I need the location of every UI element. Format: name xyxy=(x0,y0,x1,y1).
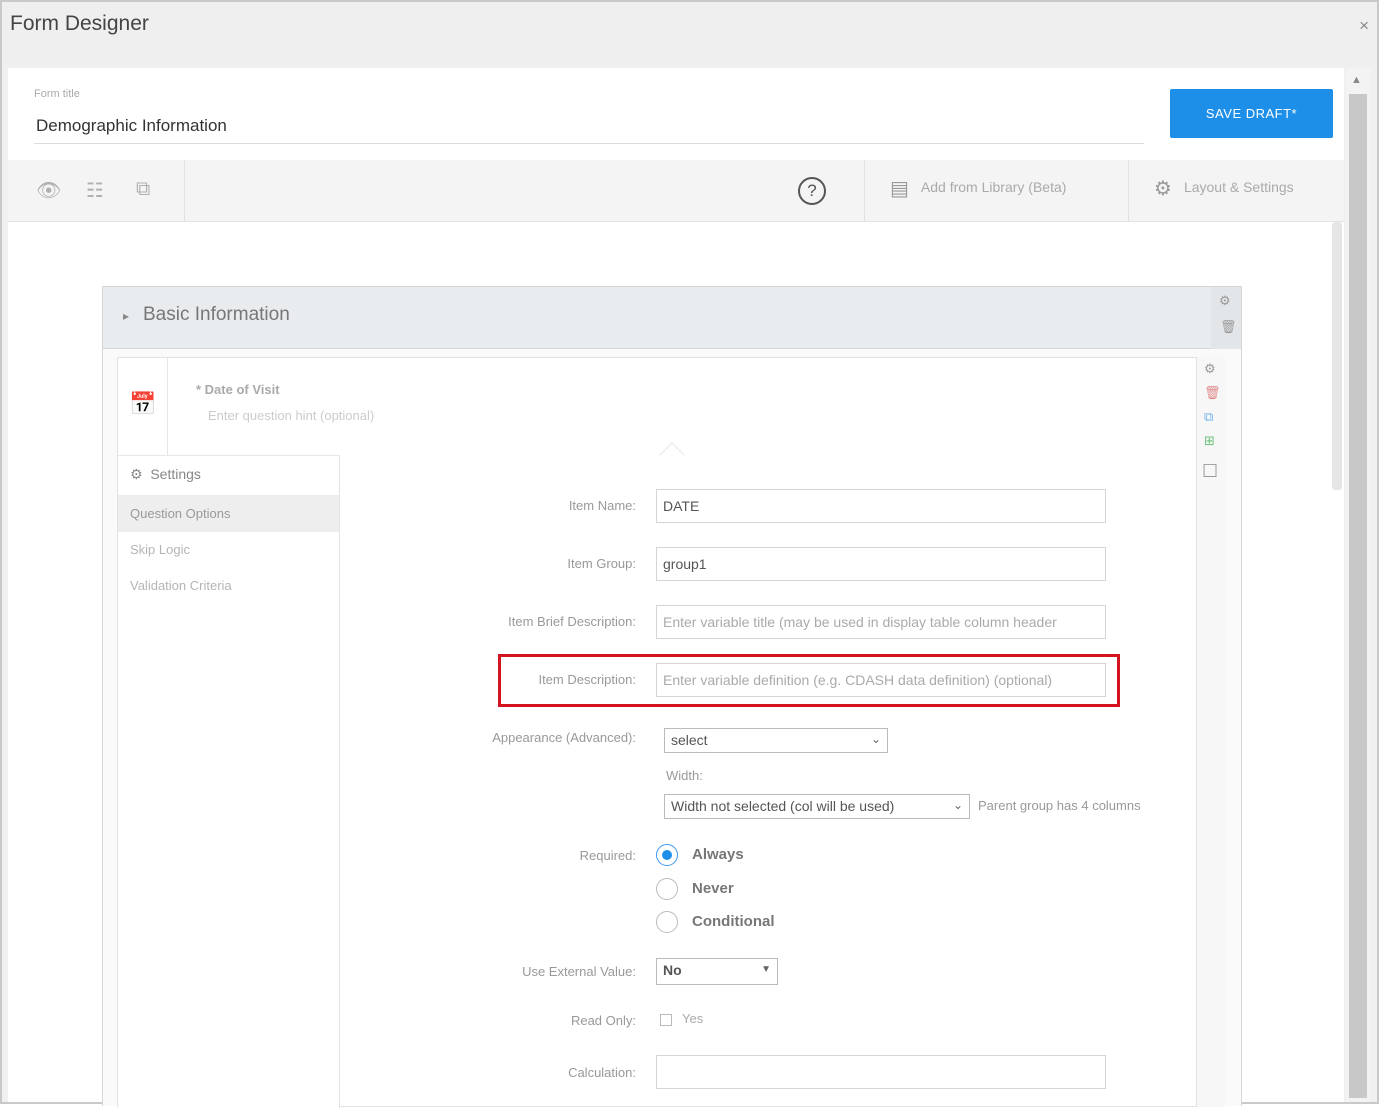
toolbar-divider xyxy=(184,160,185,222)
item-actions: ⚙ 🗑 ⧉ ⊞ ☐ xyxy=(1197,357,1225,1107)
question-type-cell: 📅 xyxy=(118,358,168,455)
section-header[interactable]: ▸ Basic Information xyxy=(103,287,1211,349)
read-only-label: Read Only: xyxy=(570,1013,636,1028)
section-delete-icon[interactable]: 🗑 xyxy=(1220,319,1237,335)
form-header: Form title SAVE DRAFT* xyxy=(8,68,1344,160)
radio-selected[interactable] xyxy=(656,844,678,866)
title-bar: Form Designer × xyxy=(2,2,1377,66)
nav-skip-logic[interactable]: Skip Logic xyxy=(118,532,339,568)
width-select[interactable]: Width not selected (col will be used) ⌄ xyxy=(664,794,970,819)
required-option-never[interactable]: Never xyxy=(656,878,734,900)
item-settings-icon[interactable]: ⚙ xyxy=(1204,361,1216,377)
settings-heading: ⚙ Settings xyxy=(118,456,339,496)
item-delete-icon[interactable]: 🗑 xyxy=(1204,385,1221,401)
use-external-value-select-value: No xyxy=(663,962,682,978)
width-select-value: Width not selected (col will be used) xyxy=(671,798,895,814)
item-name-label: Item Name: xyxy=(568,498,636,513)
layout-settings-label: Layout & Settings xyxy=(1183,179,1294,196)
read-only-checkbox[interactable] xyxy=(660,1013,672,1026)
window-title: Form Designer xyxy=(10,12,149,35)
canvas-scrollbar[interactable] xyxy=(1332,222,1342,490)
read-only-option[interactable]: Yes xyxy=(660,1011,703,1026)
section-settings-icon[interactable]: ⚙ xyxy=(1219,293,1231,309)
section-title: Basic Information xyxy=(143,304,290,325)
item-brief-description-input[interactable] xyxy=(656,605,1106,639)
question-item: 📅 * Date of Visit Enter question hint (o… xyxy=(117,357,1197,1108)
library-icon: ▤ xyxy=(890,178,909,200)
width-label: Width: xyxy=(666,768,703,783)
item-description-input[interactable] xyxy=(656,663,1106,697)
item-brief-description-label: Item Brief Description: xyxy=(508,614,636,629)
question-hint[interactable]: Enter question hint (optional) xyxy=(208,408,374,423)
add-from-library-label: Add from Library (Beta) xyxy=(920,179,1067,196)
designer-toolbar: 👁 ☷ ⧉ ? ▤ Add from Library (Beta) ⚙ Layout… xyxy=(8,160,1344,222)
gear-icon: ⚙ xyxy=(1154,178,1172,200)
caret-down-icon: ▼ xyxy=(761,964,771,975)
required-label: Required: xyxy=(579,848,636,863)
toolbar-divider xyxy=(1128,160,1129,222)
item-copy-icon[interactable]: ⧉ xyxy=(1204,409,1213,425)
appearance-select-value: select xyxy=(671,732,708,748)
list-view-icon[interactable]: ☷ xyxy=(86,178,104,203)
gear-icon: ⚙ xyxy=(130,466,143,482)
calendar-icon: 📅 xyxy=(129,391,157,416)
item-description-label: Item Description: xyxy=(538,672,636,687)
preview-eye-icon[interactable]: 👁 xyxy=(36,178,61,203)
dialog-scrollbar[interactable]: ▲ xyxy=(1346,68,1370,1102)
width-note: Parent group has 4 columns xyxy=(978,798,1141,813)
radio-unselected[interactable] xyxy=(656,878,678,900)
save-draft-button[interactable]: SAVE DRAFT* xyxy=(1170,89,1333,138)
item-name-input[interactable] xyxy=(656,489,1106,523)
nav-validation-criteria[interactable]: Validation Criteria xyxy=(118,568,339,604)
settings-nav: ⚙ Settings Question Options Skip Logic V… xyxy=(118,455,340,1108)
add-from-library-button[interactable]: ▤ Add from Library (Beta) xyxy=(890,176,1066,201)
form-title-input[interactable] xyxy=(34,108,1144,144)
calculation-label: Calculation: xyxy=(568,1065,636,1080)
collapse-caret-icon[interactable]: ▸ xyxy=(123,309,129,323)
required-option-always[interactable]: Always xyxy=(656,844,744,866)
chevron-down-icon: ⌄ xyxy=(952,798,963,812)
chevron-down-icon: ⌄ xyxy=(870,732,881,746)
required-option-label: Never xyxy=(692,879,734,897)
appearance-label: Appearance (Advanced): xyxy=(492,730,636,745)
item-group-label: Item Group: xyxy=(567,556,636,571)
radio-unselected[interactable] xyxy=(656,911,678,933)
question-title[interactable]: * Date of Visit xyxy=(196,382,280,397)
form-designer-window: Form Designer × Form title SAVE DRAFT* 👁… xyxy=(0,0,1379,1108)
copy-icon[interactable]: ⧉ xyxy=(136,178,150,201)
use-external-value-label: Use External Value: xyxy=(522,964,636,979)
scrollbar-thumb[interactable] xyxy=(1349,94,1367,1098)
help-icon[interactable]: ? xyxy=(798,177,826,205)
settings-heading-label: Settings xyxy=(150,466,201,482)
required-option-label: Conditional xyxy=(692,912,775,930)
required-option-label: Always xyxy=(692,845,744,863)
required-option-conditional[interactable]: Conditional xyxy=(656,911,775,933)
section-actions: ⚙ 🗑 xyxy=(1211,287,1241,349)
nav-question-options[interactable]: Question Options xyxy=(118,496,339,532)
settings-pointer xyxy=(659,442,685,468)
read-only-option-label: Yes xyxy=(682,1011,704,1026)
calculation-input[interactable] xyxy=(656,1055,1106,1089)
toolbar-divider xyxy=(864,160,865,222)
use-external-value-select[interactable]: No ▼ xyxy=(656,958,778,985)
form-title-label: Form title xyxy=(34,88,80,100)
scroll-up-arrow-icon[interactable]: ▲ xyxy=(1351,74,1362,86)
close-icon[interactable]: × xyxy=(1359,16,1369,36)
item-group-input[interactable] xyxy=(656,547,1106,581)
item-collapse-icon[interactable]: ☐ xyxy=(1202,461,1218,482)
layout-settings-button[interactable]: ⚙ Layout & Settings xyxy=(1154,176,1294,201)
appearance-select[interactable]: select ⌄ xyxy=(664,728,888,753)
item-add-icon[interactable]: ⊞ xyxy=(1204,433,1215,449)
